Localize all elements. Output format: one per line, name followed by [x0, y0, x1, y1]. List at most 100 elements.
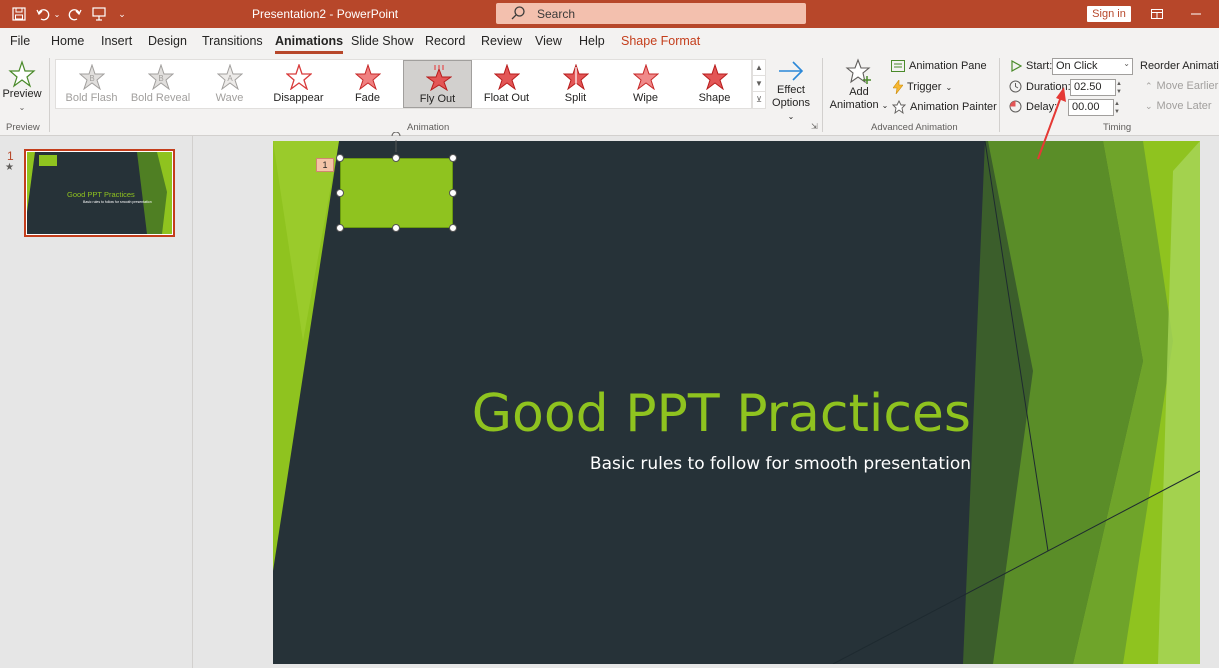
resize-handle[interactable] — [392, 154, 400, 162]
animation-pane-button[interactable]: Animation Pane — [891, 60, 987, 72]
title-bar: ⌄ ⌄ Presentation2 - PowerPoint Search Si… — [0, 0, 1219, 28]
rotate-handle-icon[interactable] — [390, 132, 402, 152]
slide-number: 1 — [7, 149, 14, 163]
resize-handle[interactable] — [336, 154, 344, 162]
preview-star-icon — [8, 60, 36, 88]
selected-rectangle-shape[interactable] — [340, 158, 453, 228]
tab-review[interactable]: Review — [481, 34, 522, 48]
trigger-button[interactable]: Trigger ⌄ — [893, 80, 952, 94]
tab-animations[interactable]: Animations — [275, 34, 344, 54]
tab-record[interactable]: Record — [425, 34, 465, 48]
animation-bold-reveal[interactable]: B Bold Reveal — [126, 60, 195, 108]
slide-thumbnail[interactable]: Good PPT Practices Basic rules to follow… — [24, 149, 175, 237]
tab-view[interactable]: View — [535, 34, 562, 48]
animation-label: Bold Flash — [65, 92, 118, 104]
undo-icon[interactable] — [34, 0, 52, 28]
group-label-advanced-animation: Advanced Animation — [871, 122, 958, 133]
star-icon — [426, 65, 452, 91]
star-icon — [494, 64, 520, 90]
animation-split[interactable]: Split — [541, 60, 610, 108]
preview-label: Preview — [2, 88, 42, 100]
divider — [49, 58, 50, 132]
slide-subtitle[interactable]: Basic rules to follow for smooth present… — [273, 454, 971, 474]
start-select[interactable]: On Click ⌄ — [1052, 58, 1133, 75]
add-animation-button[interactable]: Add Animation ⌄ — [829, 58, 889, 116]
move-earlier-button[interactable]: ⌃ Move Earlier — [1145, 80, 1218, 92]
search-input[interactable]: Search — [496, 3, 806, 24]
tab-insert[interactable]: Insert — [101, 34, 132, 48]
star-icon — [702, 64, 728, 90]
present-icon[interactable] — [90, 0, 108, 28]
duration-spinner[interactable]: ▲ ▼ — [1114, 80, 1124, 97]
gallery-down-icon[interactable]: ▼ — [753, 76, 765, 92]
animation-order-tag[interactable]: 1 — [316, 158, 334, 172]
resize-handle[interactable] — [449, 224, 457, 232]
animation-painter-button[interactable]: Animation Painter — [892, 100, 997, 114]
redo-icon[interactable] — [66, 0, 84, 28]
animation-disappear[interactable]: Disappear — [264, 60, 333, 108]
thumbnail-title: Good PPT Practices — [67, 190, 135, 199]
gallery-more-icon[interactable]: ⊻ — [753, 92, 765, 108]
svg-text:B: B — [158, 74, 163, 83]
animation-label: Float Out — [483, 92, 530, 104]
preview-dropdown-icon: ⌄ — [18, 103, 26, 112]
animation-shape[interactable]: Shape — [680, 60, 749, 108]
animation-label: Split — [564, 92, 587, 104]
resize-handle[interactable] — [449, 154, 457, 162]
minimize-icon[interactable] — [1186, 4, 1206, 24]
chevron-down-icon: ⌄ — [1123, 59, 1130, 68]
tab-shape-format[interactable]: Shape Format — [621, 34, 700, 48]
animation-label: Disappear — [273, 92, 324, 104]
star-icon — [633, 64, 659, 90]
delay-input[interactable]: 00.00 — [1068, 99, 1114, 116]
dialog-launcher-icon[interactable]: ⇲ — [811, 122, 818, 131]
ribbon-display-icon[interactable] — [1147, 4, 1167, 24]
animation-wave[interactable]: A Wave — [195, 60, 264, 108]
reorder-label: Reorder Animation — [1140, 60, 1219, 72]
animation-float-out[interactable]: Float Out — [472, 60, 541, 108]
customize-icon[interactable]: ⌄ — [116, 0, 128, 28]
resize-handle[interactable] — [392, 224, 400, 232]
animation-gallery: B Bold Flash B Bold Reveal A Wave Disapp… — [55, 59, 752, 109]
start-value: On Click — [1056, 60, 1098, 72]
animation-wipe[interactable]: Wipe — [611, 60, 680, 108]
preview-button[interactable]: Preview ⌄ — [2, 58, 42, 114]
group-label-preview: Preview — [6, 122, 40, 133]
move-later-button[interactable]: ⌄ Move Later — [1145, 100, 1212, 112]
star-icon: B — [79, 64, 105, 90]
animation-fade[interactable]: Fade — [333, 60, 402, 108]
play-icon — [1011, 60, 1022, 72]
animation-bold-flash[interactable]: B Bold Flash — [57, 60, 126, 108]
arrow-right-icon — [779, 61, 804, 81]
tab-file[interactable]: File — [10, 34, 30, 48]
slide-title[interactable]: Good PPT Practices — [273, 384, 971, 444]
divider — [822, 58, 823, 132]
thumbnail-subtitle: Basic rules to follow for smooth present… — [83, 200, 152, 204]
chevron-down-icon: ⌄ — [1145, 100, 1153, 111]
sign-in-button[interactable]: Sign in — [1087, 6, 1131, 22]
tab-transitions[interactable]: Transitions — [202, 34, 263, 48]
resize-handle[interactable] — [336, 189, 344, 197]
save-icon[interactable] — [10, 0, 28, 28]
resize-handle[interactable] — [449, 189, 457, 197]
add-animation-line2: Animation — [829, 99, 879, 111]
animation-fly-out[interactable]: Fly Out — [403, 60, 472, 108]
gallery-up-icon[interactable]: ▲ — [753, 60, 765, 76]
tab-slide-show[interactable]: Slide Show — [351, 34, 414, 48]
svg-text:B: B — [89, 74, 94, 83]
reorder-animation-label: Reorder Animation — [1140, 60, 1219, 72]
menu-bar: File Home Insert Design Transitions Anim… — [0, 28, 1219, 54]
group-label-animation: Animation — [407, 122, 450, 133]
move-earlier-label: Move Earlier — [1156, 80, 1219, 92]
tab-design[interactable]: Design — [148, 34, 187, 48]
duration-input[interactable]: 02.50 — [1070, 79, 1116, 96]
resize-handle[interactable] — [336, 224, 344, 232]
tab-help[interactable]: Help — [579, 34, 605, 48]
annotation-arrow-icon — [1037, 87, 1066, 160]
tab-home[interactable]: Home — [51, 34, 84, 48]
effect-options-button[interactable]: Effect Options ⌄ — [768, 58, 814, 121]
undo-dropdown-icon[interactable]: ⌄ — [52, 0, 62, 28]
animation-pane-label: Animation Pane — [909, 60, 987, 72]
delay-spinner[interactable]: ▲ ▼ — [1112, 100, 1122, 117]
add-animation-line1: Add — [849, 86, 869, 98]
